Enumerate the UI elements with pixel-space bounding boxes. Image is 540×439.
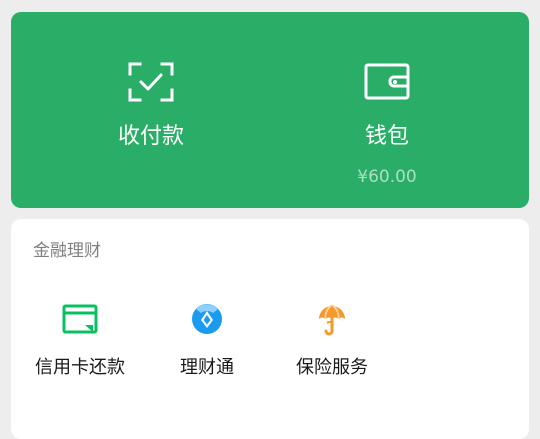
credit-card-repayment-label: 信用卡还款	[35, 357, 125, 378]
wealth-icon	[192, 304, 222, 334]
wallet-button[interactable]: 钱包 ¥60.00	[287, 12, 487, 208]
credit-card-repayment-button[interactable]: 信用卡还款	[15, 301, 145, 391]
wallet-label: 钱包	[364, 124, 409, 149]
pay-receive-label: 收付款	[117, 124, 184, 149]
pay-receive-button[interactable]: 收付款	[51, 12, 251, 208]
top-banner: 收付款 钱包 ¥60.00	[11, 12, 529, 208]
wealth-management-button[interactable]: 理财通	[142, 301, 272, 391]
insurance-umbrella-icon	[319, 304, 345, 336]
insurance-service-label: 保险服务	[296, 357, 368, 378]
credit-card-icon	[62, 304, 98, 334]
wealth-management-label: 理财通	[180, 357, 234, 378]
wallet-icon	[364, 63, 410, 100]
insurance-service-button[interactable]: 保险服务	[267, 301, 397, 391]
finance-section: 金融理财 信用卡还款 理财通 保险服务	[11, 219, 529, 439]
qr-scan-check-icon	[128, 62, 174, 102]
section-title: 金融理财	[33, 241, 101, 261]
wallet-balance: ¥60.00	[357, 167, 417, 187]
